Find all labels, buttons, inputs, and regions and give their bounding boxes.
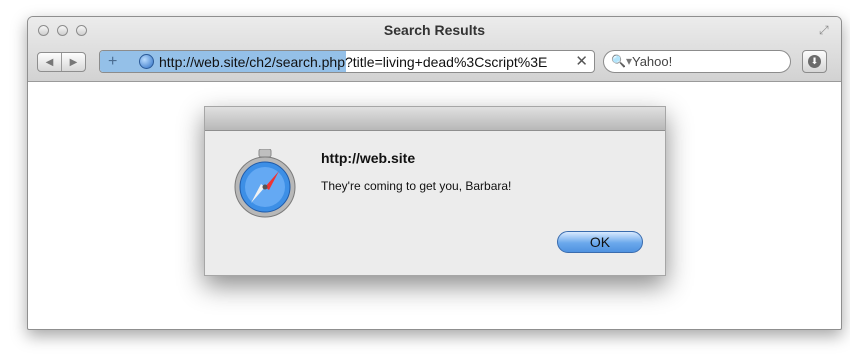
forward-button[interactable]: ▶: [61, 53, 85, 71]
back-forward-control: ◀ ▶: [37, 52, 86, 72]
title-bar: Search Results ⤢ ◀ ▶ + http://web.site/c…: [28, 17, 841, 82]
javascript-alert-dialog: http://web.site They're coming to get yo…: [204, 106, 666, 276]
fullscreen-icon[interactable]: ⤢: [819, 23, 833, 37]
dialog-title-bar: [205, 107, 665, 131]
dialog-message: They're coming to get you, Barbara!: [321, 179, 512, 193]
downloads-button[interactable]: ⬇: [802, 50, 827, 73]
search-field[interactable]: 🔍▾ Yahoo!: [603, 50, 791, 73]
ok-button[interactable]: OK: [557, 231, 643, 253]
globe-icon: [139, 54, 154, 69]
browser-window: Search Results ⤢ ◀ ▶ + http://web.site/c…: [27, 16, 842, 330]
address-bar[interactable]: + http://web.site/ch2/search.php?title=l…: [99, 50, 595, 73]
safari-compass-icon: [234, 149, 296, 218]
window-title: Search Results: [383, 22, 486, 38]
stop-button[interactable]: ✕: [575, 52, 588, 70]
download-icon: ⬇: [808, 55, 821, 68]
dialog-host: http://web.site: [321, 150, 416, 166]
search-icon[interactable]: 🔍▾: [611, 54, 632, 68]
back-button[interactable]: ◀: [38, 53, 61, 71]
add-bookmark-button[interactable]: +: [108, 52, 117, 72]
search-placeholder: Yahoo!: [632, 54, 673, 69]
url-text[interactable]: http://web.site/ch2/search.php?title=liv…: [159, 54, 579, 70]
